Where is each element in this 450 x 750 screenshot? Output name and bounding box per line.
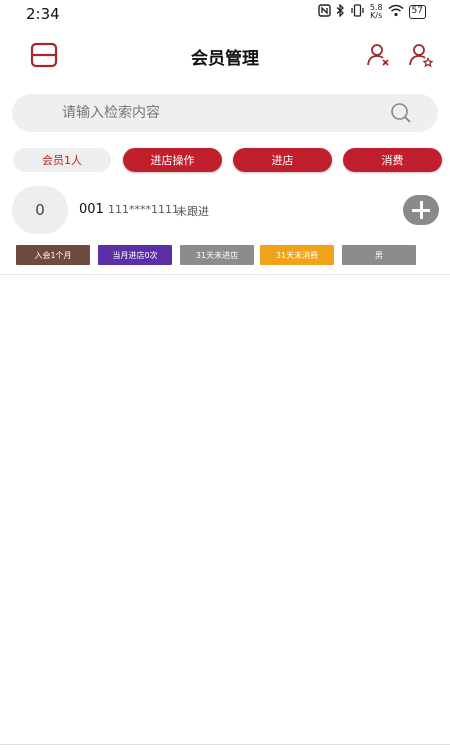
- search-bar: [12, 94, 438, 132]
- divider: [0, 744, 450, 745]
- action-row: 会员1人 进店操作 进店 消费: [13, 148, 443, 172]
- enter-operation-button[interactable]: 进店操作: [123, 148, 222, 172]
- search-input[interactable]: [62, 94, 382, 132]
- member-list-item[interactable]: 0 001 111****1111 未跟进: [0, 184, 450, 238]
- user-star-icon[interactable]: [408, 42, 434, 68]
- network-speed: 5.8 K/s: [370, 4, 383, 20]
- bluetooth-icon: [336, 3, 345, 20]
- status-icons: 5.8 K/s 57: [318, 3, 426, 20]
- tag-membership-duration: 入会1个月: [16, 245, 90, 265]
- tag-gender: 男: [342, 245, 416, 265]
- vibrate-icon: [350, 4, 365, 20]
- divider: [0, 274, 450, 275]
- consume-button[interactable]: 消费: [343, 148, 442, 172]
- status-time: 2:34: [26, 5, 60, 23]
- wifi-icon: [388, 4, 404, 20]
- battery-icon: 57: [408, 5, 426, 19]
- member-tags: 入会1个月 当月进店0次 31天未进店 31天未消费 男: [16, 245, 436, 265]
- member-id: 001: [79, 202, 104, 217]
- speed-unit: K/s: [370, 11, 383, 20]
- add-icon[interactable]: [403, 195, 439, 225]
- status-bar: 2:34 5.8 K/s 57: [0, 0, 450, 28]
- tag-monthly-visits: 当月进店0次: [98, 245, 172, 265]
- user-remove-icon[interactable]: [366, 42, 392, 68]
- tag-no-visit: 31天未进店: [180, 245, 254, 265]
- search-icon[interactable]: [390, 102, 412, 124]
- tag-no-consumption: 31天未消费: [260, 245, 334, 265]
- avatar: 0: [12, 186, 68, 234]
- header: 会员管理: [0, 34, 450, 76]
- enter-store-button[interactable]: 进店: [233, 148, 332, 172]
- member-follow-status: 未跟进: [176, 205, 209, 218]
- member-count-badge: 会员1人: [13, 148, 111, 172]
- member-phone: 111****1111: [108, 203, 179, 216]
- nfc-icon: [318, 4, 331, 20]
